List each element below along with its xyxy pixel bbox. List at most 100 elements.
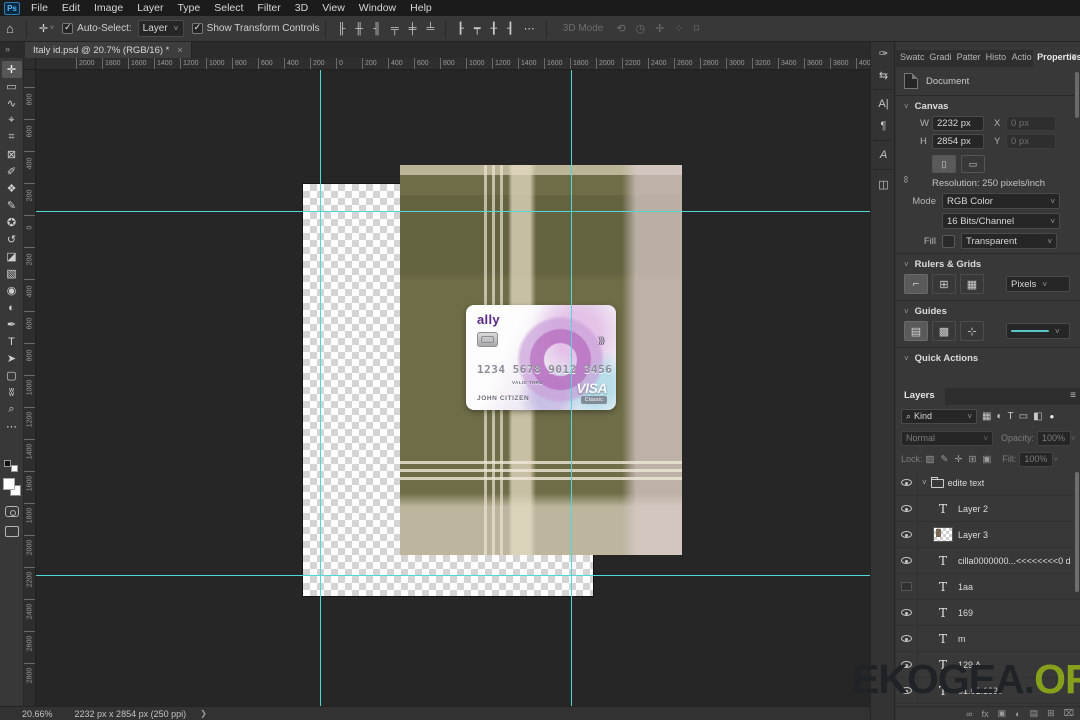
canvas-width-field[interactable]: 2232 px [932,116,984,131]
layer-row[interactable]: ˅ edite text [896,470,1080,496]
tool-spot-healing[interactable]: ❖ [2,180,22,197]
vertical-ruler[interactable]: 800 600 400 200 0 200 400 600 800 1000 1200 1400 160… [24,70,36,706]
lock-position-icon[interactable]: ✛ [954,454,962,465]
orientation-landscape-button[interactable]: ▭ [961,155,985,173]
layers-menu-icon[interactable]: ≡ [1070,390,1076,401]
lock-guides-icon[interactable]: ▩ [932,321,956,341]
tool-dodge[interactable]: ◐ [2,299,22,316]
tool-blur[interactable]: ◉ [2,282,22,299]
guide-vertical[interactable] [320,70,321,706]
close-tab-icon[interactable]: × [177,45,182,55]
status-zoom-level[interactable]: 20.66% [22,709,53,719]
tool-clone-stamp[interactable]: ✪ [2,214,22,231]
tool-history-brush[interactable]: ↺ [2,231,22,248]
tab-overflow-icon[interactable]: » [5,44,10,54]
layer-mask-icon[interactable]: ▣ [998,708,1007,719]
visibility-cell[interactable] [896,678,918,703]
menu-select[interactable]: Select [207,0,250,16]
menu-edit[interactable]: Edit [55,0,87,16]
visibility-cell[interactable] [896,600,918,625]
glyphs-panel-icon[interactable]: A [871,144,896,166]
visibility-cell[interactable] [896,652,918,677]
layer-filter-kind-dropdown[interactable]: ⌕ Kind [901,408,977,424]
link-layers-icon[interactable]: ∞ [966,709,972,719]
group-chevron-icon[interactable]: ˅ [922,478,927,487]
home-icon[interactable]: ⌂ [6,21,14,36]
filter-shape-layers-icon[interactable]: ▭ [1019,411,1028,422]
layer-row[interactable]: Tm [896,626,1080,652]
layer-row[interactable]: Layer 3 [896,522,1080,548]
visibility-cell[interactable] [896,574,918,599]
eye-icon[interactable] [901,609,912,616]
align-left-edges-icon[interactable]: ╟ [337,23,345,35]
tool-lasso[interactable]: ∿ [2,95,22,112]
filter-toggle-icon[interactable]: ● [1050,412,1055,421]
more-options-icon[interactable]: ⋯ [524,22,535,35]
show-transform-checkbox[interactable] [191,22,203,34]
bit-depth-dropdown[interactable]: 16 Bits/Channel [942,213,1060,229]
tool-frame[interactable]: ⊠ [2,146,22,163]
tool-hand[interactable]: ʬ [2,384,22,401]
tool-eyedropper[interactable]: ✐ [2,163,22,180]
menu-help[interactable]: Help [403,0,439,16]
menu-filter[interactable]: Filter [250,0,287,16]
layer-row[interactable]: Tcilla0000000...<<<<<<<<0 d [896,548,1080,574]
layers-scrollbar[interactable] [1075,472,1079,592]
align-bottom-edges-icon[interactable]: ╧ [426,23,434,35]
tool-path-selection[interactable]: ➤ [2,350,22,367]
screen-mode-button[interactable] [5,526,19,537]
guides-section-header[interactable]: ˅ Guides [904,306,1080,317]
delete-layer-icon[interactable]: ⌧ [1064,708,1074,719]
layer-row[interactable]: T 129 A [896,652,1080,678]
filter-type-layers-icon[interactable]: T [1008,411,1014,422]
orientation-portrait-button[interactable]: ▯ [932,155,956,173]
character-panel-icon[interactable]: A| [871,93,896,115]
guide-vertical[interactable] [571,70,572,706]
visibility-cell[interactable] [896,626,918,651]
tool-brush[interactable]: ✎ [2,197,22,214]
auto-select-checkbox[interactable] [62,22,74,34]
lock-transparent-pixels-icon[interactable]: ▨ [926,454,935,465]
horizontal-ruler[interactable]: 2000 1800 1600 1400 1200 1000 800 600 400 200 0 200… [36,58,870,70]
tool-edit-toolbar[interactable]: ⋯ [2,418,22,435]
menu-image[interactable]: Image [87,0,130,16]
quick-actions-section-header[interactable]: ˅ Quick Actions [904,353,1080,364]
distribute-horizontal-icon[interactable]: ┠ [457,22,464,35]
menu-window[interactable]: Window [352,0,403,16]
distribute-gap-icon[interactable]: ┨ [507,22,514,35]
distribute-vertical-icon[interactable]: ┯ [474,22,481,35]
quick-mask-button[interactable] [5,506,19,517]
3d-rotate-icon[interactable]: ⟲ [616,22,625,35]
tool-gradient[interactable]: ▧ [2,265,22,282]
guide-horizontal[interactable] [36,211,870,212]
eye-icon[interactable] [901,557,912,564]
distribute-spacing-icon[interactable]: ╂ [491,22,498,35]
align-vertical-centers-icon[interactable]: ╪ [409,23,417,35]
tool-move[interactable]: ✛ [1,61,22,78]
tab-swatc[interactable]: Swatc [896,50,925,67]
guide-horizontal[interactable] [36,575,870,576]
visibility-cell[interactable] [896,548,918,573]
toggle-guides-icon[interactable]: ▤ [904,321,928,341]
adjustment-layer-icon[interactable]: ◐ [1015,709,1020,719]
3d-panel-panel-icon[interactable]: ◫ [871,173,896,195]
tab-histo[interactable]: Histo [982,50,1008,67]
layers-tab[interactable]: Layers [896,388,945,405]
layer-row[interactable]: T 169 [896,600,1080,626]
3d-slide-icon[interactable]: ⁘ [674,22,683,35]
tool-type[interactable]: T [2,333,22,350]
visibility-cell[interactable] [896,522,918,547]
status-chevron-icon[interactable]: ❯ [200,709,207,718]
3d-scale-icon[interactable]: ⌑ [694,22,700,35]
layer-row[interactable]: T Layer 2 [896,496,1080,522]
tool-object-selection[interactable]: ⌖ [2,112,22,129]
fill-field[interactable]: 100% [1019,451,1054,467]
menu-layer[interactable]: Layer [130,0,170,16]
toggle-grid-icon[interactable]: ⊞ [932,274,956,294]
lock-artboard-icon[interactable]: ⊞ [968,454,976,465]
tool-rectangular-marquee[interactable]: ▭ [2,78,22,95]
tab-gradi[interactable]: Gradi [925,50,952,67]
clone-source-panel-icon[interactable]: ⇆ [871,64,896,86]
align-right-edges-icon[interactable]: ╢ [373,23,381,35]
tab-patter[interactable]: Patter [953,50,982,67]
